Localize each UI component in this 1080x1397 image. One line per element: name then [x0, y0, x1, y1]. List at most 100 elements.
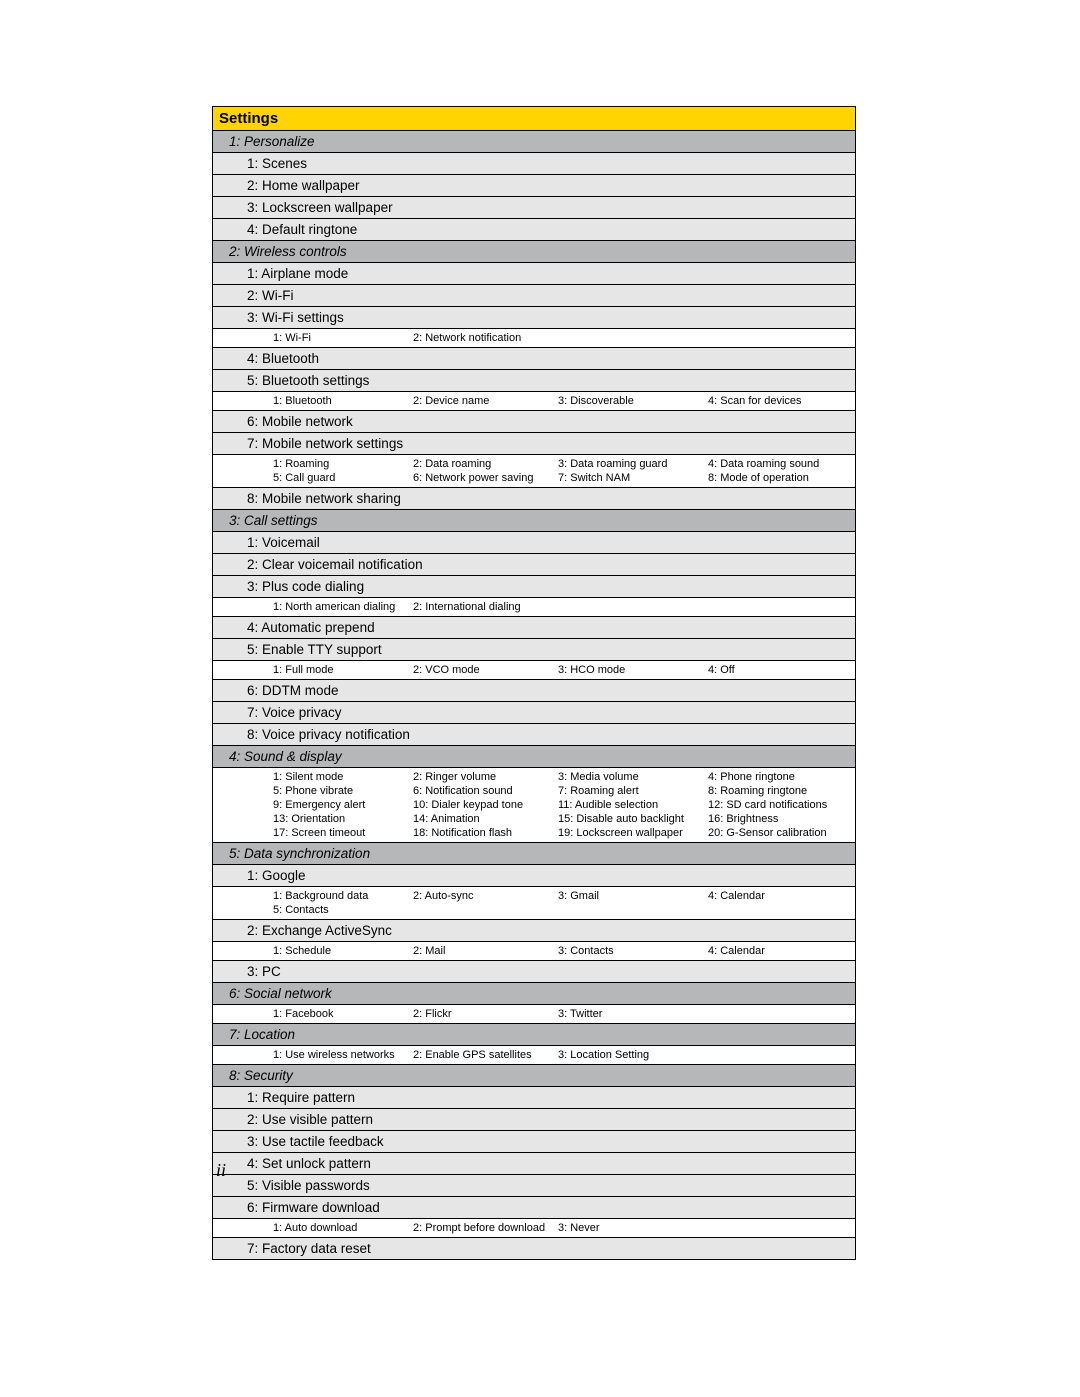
- page-number: ii: [216, 1160, 226, 1181]
- sub-option: 2: Prompt before download: [413, 1221, 558, 1235]
- sub-option: 2: Flickr: [413, 1007, 558, 1021]
- menu-row: 7: Voice privacy: [213, 702, 855, 724]
- settings-table: Settings 1: Personalize1: Scenes2: Home …: [212, 106, 856, 1260]
- sub-option: 5: Phone vibrate: [273, 784, 413, 798]
- sub-option: 1: Schedule: [273, 944, 413, 958]
- sub-option: 3: Data roaming guard: [558, 457, 708, 471]
- sub-option-grid: 1: Silent mode2: Ringer volume3: Media v…: [213, 768, 855, 843]
- sub-option: 3: Location Setting: [558, 1048, 708, 1062]
- menu-row: 3: PC: [213, 961, 855, 983]
- sub-option-grid: 1: Full mode2: VCO mode3: HCO mode4: Off: [213, 661, 855, 680]
- sub-option: 13: Orientation: [273, 812, 413, 826]
- sub-option: 3: Contacts: [558, 944, 708, 958]
- sub-option: 4: Calendar: [708, 889, 848, 903]
- sub-option: 3: Never: [558, 1221, 708, 1235]
- section-head: 6: Social network: [213, 983, 855, 1005]
- sub-option: 1: Roaming: [273, 457, 413, 471]
- menu-row: 6: DDTM mode: [213, 680, 855, 702]
- sub-option: 7: Switch NAM: [558, 471, 708, 485]
- sub-option: 1: Use wireless networks: [273, 1048, 413, 1062]
- sub-option: 1: Background data: [273, 889, 413, 903]
- sub-option: 19: Lockscreen wallpaper: [558, 826, 708, 840]
- sub-option: 2: International dialing: [413, 600, 558, 614]
- sub-option: 2: Network notification: [413, 331, 558, 345]
- sub-option: 3: HCO mode: [558, 663, 708, 677]
- menu-row: 8: Mobile network sharing: [213, 488, 855, 510]
- menu-row: 5: Enable TTY support: [213, 639, 855, 661]
- sub-option: 4: Phone ringtone: [708, 770, 848, 784]
- sub-option: 14: Animation: [413, 812, 558, 826]
- section-head: 7: Location: [213, 1024, 855, 1046]
- sub-option: 3: Gmail: [558, 889, 708, 903]
- sub-option: 15: Disable auto backlight: [558, 812, 708, 826]
- sub-option: 1: Bluetooth: [273, 394, 413, 408]
- sub-option-grid: 1: Wi-Fi2: Network notification: [213, 329, 855, 348]
- sub-option-grid: 1: Schedule2: Mail3: Contacts4: Calendar: [213, 942, 855, 961]
- section-head: 3: Call settings: [213, 510, 855, 532]
- sub-option: 2: Enable GPS satellites: [413, 1048, 558, 1062]
- section-head: 4: Sound & display: [213, 746, 855, 768]
- sub-option: 20: G-Sensor calibration: [708, 826, 848, 840]
- sub-option: 4: Calendar: [708, 944, 848, 958]
- sub-option: 1: Wi-Fi: [273, 331, 413, 345]
- section-head: 2: Wireless controls: [213, 241, 855, 263]
- sub-option: 6: Network power saving: [413, 471, 558, 485]
- sub-option: 2: Data roaming: [413, 457, 558, 471]
- sub-option: 2: Ringer volume: [413, 770, 558, 784]
- menu-row: 2: Home wallpaper: [213, 175, 855, 197]
- sub-option: 11: Audible selection: [558, 798, 708, 812]
- section-head: 8: Security: [213, 1065, 855, 1087]
- sub-option: 8: Roaming ringtone: [708, 784, 848, 798]
- menu-row: 4: Set unlock pattern: [213, 1153, 855, 1175]
- menu-row: 7: Factory data reset: [213, 1238, 855, 1259]
- sub-option: 7: Roaming alert: [558, 784, 708, 798]
- sub-option: 3: Discoverable: [558, 394, 708, 408]
- sub-option: 18: Notification flash: [413, 826, 558, 840]
- menu-row: 2: Exchange ActiveSync: [213, 920, 855, 942]
- sub-option: 17: Screen timeout: [273, 826, 413, 840]
- sub-option-grid: 1: Roaming2: Data roaming3: Data roaming…: [213, 455, 855, 488]
- sub-option: 1: Auto download: [273, 1221, 413, 1235]
- menu-row: 1: Airplane mode: [213, 263, 855, 285]
- sub-option: 1: Full mode: [273, 663, 413, 677]
- menu-row: 8: Voice privacy notification: [213, 724, 855, 746]
- section-head: 5: Data synchronization: [213, 843, 855, 865]
- sub-option-grid: 1: North american dialing2: Internationa…: [213, 598, 855, 617]
- menu-row: 3: Wi-Fi settings: [213, 307, 855, 329]
- sub-option: 5: Call guard: [273, 471, 413, 485]
- menu-row: 5: Visible passwords: [213, 1175, 855, 1197]
- page: Settings 1: Personalize1: Scenes2: Home …: [0, 0, 1080, 1397]
- sub-option: 8: Mode of operation: [708, 471, 848, 485]
- menu-row: 3: Lockscreen wallpaper: [213, 197, 855, 219]
- sub-option: 12: SD card notifications: [708, 798, 848, 812]
- sub-option-grid: 1: Bluetooth2: Device name3: Discoverabl…: [213, 392, 855, 411]
- menu-row: 6: Firmware download: [213, 1197, 855, 1219]
- sub-option-grid: 1: Use wireless networks2: Enable GPS sa…: [213, 1046, 855, 1065]
- menu-row: 1: Google: [213, 865, 855, 887]
- sub-option: 2: Device name: [413, 394, 558, 408]
- sub-option: 1: North american dialing: [273, 600, 413, 614]
- section-head: 1: Personalize: [213, 131, 855, 153]
- sub-option: 5: Contacts: [273, 903, 413, 917]
- sub-option: 9: Emergency alert: [273, 798, 413, 812]
- sub-option: 3: Media volume: [558, 770, 708, 784]
- menu-row: 2: Use visible pattern: [213, 1109, 855, 1131]
- sub-option-grid: 1: Auto download2: Prompt before downloa…: [213, 1219, 855, 1238]
- sub-option: 2: VCO mode: [413, 663, 558, 677]
- menu-row: 1: Require pattern: [213, 1087, 855, 1109]
- sub-option: 1: Silent mode: [273, 770, 413, 784]
- sub-option: 3: Twitter: [558, 1007, 708, 1021]
- sub-option: 4: Data roaming sound: [708, 457, 848, 471]
- sub-option: 1: Facebook: [273, 1007, 413, 1021]
- menu-row: 3: Use tactile feedback: [213, 1131, 855, 1153]
- sub-option: 2: Auto-sync: [413, 889, 558, 903]
- menu-row: 7: Mobile network settings: [213, 433, 855, 455]
- menu-row: 2: Wi-Fi: [213, 285, 855, 307]
- title-bar: Settings: [213, 107, 855, 131]
- menu-row: 4: Default ringtone: [213, 219, 855, 241]
- sub-option: 2: Mail: [413, 944, 558, 958]
- sub-option: 4: Scan for devices: [708, 394, 848, 408]
- menu-row: 4: Bluetooth: [213, 348, 855, 370]
- menu-row: 1: Voicemail: [213, 532, 855, 554]
- sub-option: 6: Notification sound: [413, 784, 558, 798]
